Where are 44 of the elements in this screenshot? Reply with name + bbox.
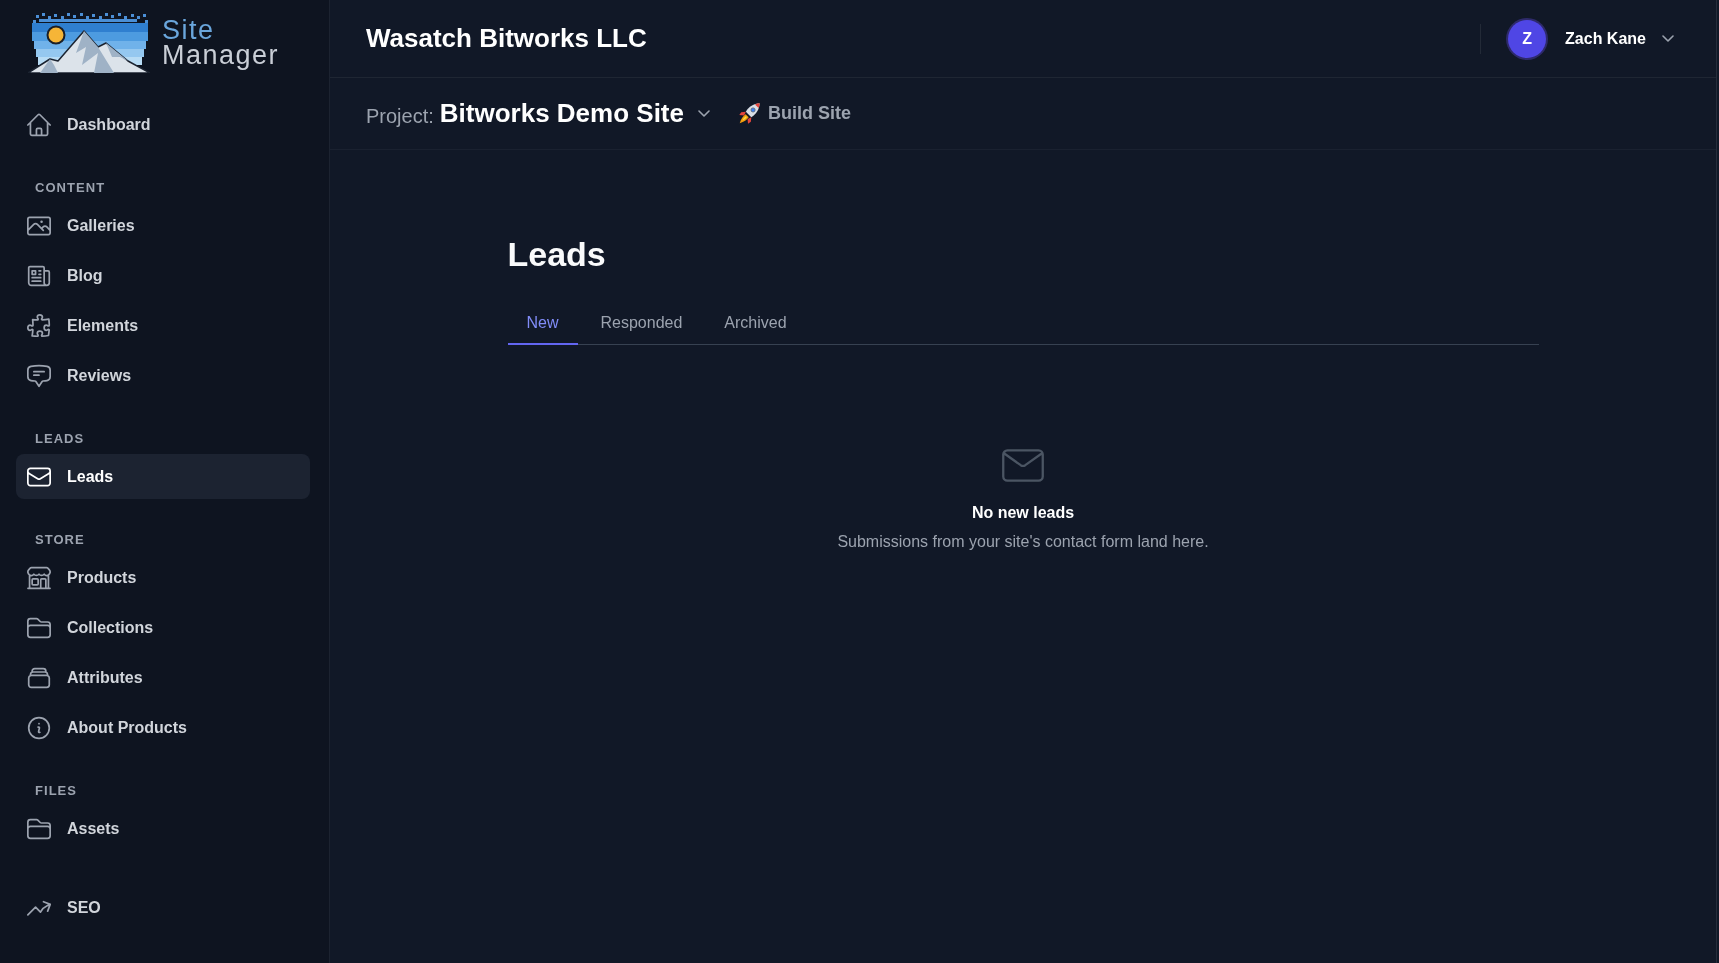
sidebar-item[interactable]: Elements: [16, 303, 310, 348]
empty-state-text: Submissions from your site's contact form land here.: [837, 532, 1209, 552]
page-title: Leads: [507, 234, 607, 275]
logo-text: Site: [162, 18, 216, 43]
project-label: Project:: [366, 103, 434, 129]
build-site-button[interactable]: Build Site: [739, 100, 851, 127]
mountain-logo-icon: [28, 13, 150, 73]
sidebar-item[interactable]: Reviews: [16, 353, 310, 398]
sidebar-item[interactable]: Collections: [16, 605, 310, 650]
chevron-down-icon: [698, 110, 710, 117]
section-heading: STORE: [34, 532, 86, 548]
sidebar-item[interactable]: Blog: [16, 253, 310, 298]
section-heading: LEADS: [34, 431, 86, 447]
storefront-icon: [27, 565, 51, 590]
sidebar-item[interactable]: SEO: [16, 885, 310, 930]
chat-bubble-icon: [27, 363, 51, 388]
tab[interactable]: Archived: [705, 303, 806, 345]
folder-icon: [27, 816, 51, 841]
sidebar-item[interactable]: Products: [16, 555, 310, 600]
sidebar-item[interactable]: Attributes: [16, 655, 310, 700]
puzzle-piece-icon: [27, 313, 51, 338]
rocket-icon: [739, 103, 760, 124]
sidebar-item[interactable]: Galleries: [16, 203, 310, 248]
chevron-down-icon: [1662, 35, 1674, 42]
house-icon: [27, 112, 51, 137]
envelope-icon: [1002, 449, 1044, 482]
sidebar-item[interactable]: Dashboard: [16, 102, 310, 147]
info-icon: [27, 715, 51, 740]
sidebar-item[interactable]: Assets: [16, 806, 310, 851]
project-dropdown[interactable]: Bitworks Demo Site: [439, 94, 710, 133]
sidebar-item[interactable]: Leads: [16, 454, 310, 499]
company-title: Wasatch Bitworks LLC: [366, 22, 647, 55]
user-avatar[interactable]: Z: [1508, 19, 1547, 58]
empty-state-title: No new leads: [971, 503, 1075, 523]
sidebar-item[interactable]: About Products: [16, 705, 310, 750]
tab[interactable]: Responded: [581, 303, 702, 345]
newspaper-icon: [27, 263, 51, 288]
logo-text: Manager: [162, 43, 280, 68]
section-heading: FILES: [34, 783, 79, 799]
section-heading: CONTENT: [34, 180, 107, 196]
folder-icon: [27, 615, 51, 640]
stack-icon: [27, 665, 51, 690]
user-menu-button[interactable]: Zach Kane: [1565, 26, 1674, 51]
tab[interactable]: New: [507, 303, 578, 345]
